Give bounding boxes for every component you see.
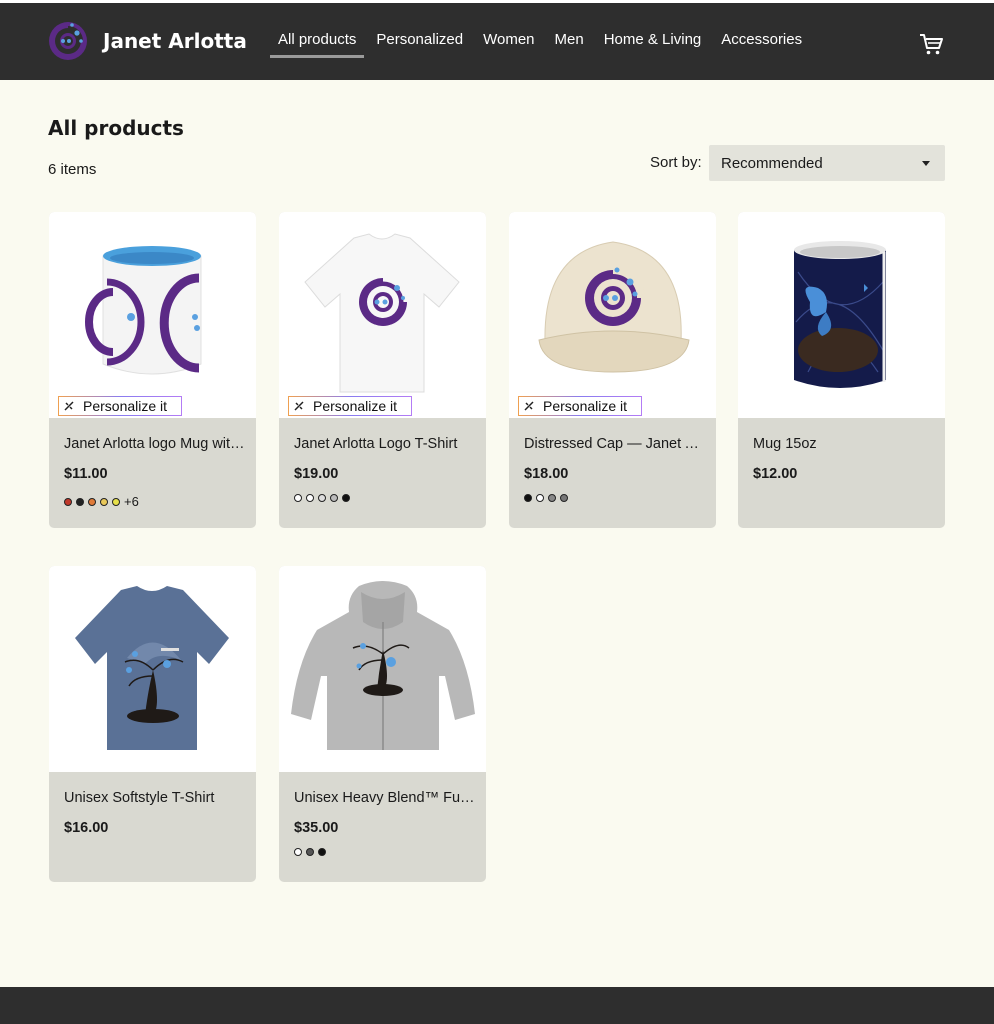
- caret-down-icon: [922, 161, 930, 166]
- color-swatch[interactable]: [76, 497, 84, 506]
- product-image[interactable]: [49, 212, 256, 418]
- color-swatch[interactable]: [112, 497, 120, 506]
- product-price: $12.00: [753, 466, 798, 482]
- personalize-icon: [524, 401, 534, 411]
- nav-item-all-products[interactable]: All products: [270, 25, 365, 58]
- color-swatch[interactable]: [548, 494, 556, 502]
- personalize-label: Personalize it: [83, 398, 168, 414]
- product-price: $18.00: [524, 466, 569, 482]
- color-swatch[interactable]: [318, 848, 326, 856]
- color-swatches: [294, 848, 330, 856]
- personalize-label: Personalize it: [543, 398, 628, 414]
- personalize-icon: [64, 401, 74, 411]
- product-card[interactable]: Personalize it Distressed Cap — Janet Ar…: [509, 212, 716, 528]
- color-swatches: [524, 494, 572, 502]
- nav-item-personalized[interactable]: Personalized: [368, 25, 471, 58]
- product-image[interactable]: [509, 212, 716, 418]
- footer: [0, 987, 994, 1024]
- personalize-label: Personalize it: [313, 398, 398, 414]
- color-swatch[interactable]: [100, 497, 108, 506]
- product-card[interactable]: Personalize it Janet Arlotta Logo T-Shir…: [279, 212, 486, 528]
- product-card[interactable]: Mug 15oz $12.00: [738, 212, 945, 528]
- janet-arlotta-logo-icon: [49, 22, 87, 60]
- product-card[interactable]: Personalize it Janet Arlotta logo Mug wi…: [49, 212, 256, 528]
- product-title[interactable]: Distressed Cap — Janet Arlotta: [524, 436, 706, 452]
- main-nav: All products Personalized Women Men Home…: [270, 25, 814, 58]
- color-swatch[interactable]: [524, 494, 532, 502]
- personalize-badge[interactable]: Personalize it: [288, 396, 413, 416]
- color-swatch[interactable]: [294, 494, 302, 502]
- nav-item-women[interactable]: Women: [475, 25, 542, 58]
- top-navbar: Janet Arlotta All products Personalized …: [0, 0, 994, 80]
- color-swatch[interactable]: [342, 494, 350, 502]
- color-swatch[interactable]: [306, 494, 314, 502]
- brand[interactable]: Janet Arlotta: [48, 20, 247, 62]
- color-swatch[interactable]: [294, 848, 302, 856]
- nav-item-men[interactable]: Men: [547, 25, 592, 58]
- item-count: 6 items: [48, 161, 97, 178]
- product-image[interactable]: [279, 566, 486, 772]
- color-swatches: [294, 494, 354, 502]
- color-swatch[interactable]: [318, 494, 326, 502]
- sort-select[interactable]: Recommended: [709, 145, 945, 181]
- product-price: $19.00: [294, 466, 339, 482]
- brand-name: Janet Arlotta: [103, 29, 247, 53]
- product-title[interactable]: Mug 15oz: [753, 436, 935, 452]
- product-image[interactable]: [279, 212, 486, 418]
- color-swatch[interactable]: [560, 494, 568, 502]
- page-title: All products: [48, 116, 184, 140]
- product-title[interactable]: Unisex Softstyle T-Shirt: [64, 790, 246, 806]
- color-swatch[interactable]: [536, 494, 544, 502]
- product-image[interactable]: [49, 566, 256, 772]
- product-card[interactable]: Unisex Softstyle T-Shirt $16.00: [49, 566, 256, 882]
- product-title[interactable]: Janet Arlotta Logo T-Shirt: [294, 436, 476, 452]
- sort-selected-value: Recommended: [721, 154, 823, 172]
- product-title[interactable]: Janet Arlotta logo Mug with Color Inside: [64, 436, 246, 452]
- color-swatches: +6: [64, 494, 139, 509]
- personalize-badge[interactable]: Personalize it: [58, 396, 183, 416]
- product-title[interactable]: Unisex Heavy Blend™ Full Zip Hooded Swea…: [294, 790, 476, 806]
- color-swatch[interactable]: [330, 494, 338, 502]
- product-card[interactable]: Unisex Heavy Blend™ Full Zip Hooded Swea…: [279, 566, 486, 882]
- product-price: $11.00: [64, 466, 108, 482]
- personalize-badge[interactable]: Personalize it: [518, 396, 643, 416]
- product-price: $35.00: [294, 820, 339, 836]
- personalize-icon: [294, 401, 304, 411]
- product-price: $16.00: [64, 820, 109, 836]
- color-swatch[interactable]: [64, 497, 72, 506]
- more-colors[interactable]: +6: [124, 494, 139, 509]
- product-image[interactable]: [738, 212, 945, 418]
- color-swatch[interactable]: [88, 497, 96, 506]
- shopping-cart-icon[interactable]: [918, 31, 944, 57]
- color-swatch[interactable]: [306, 848, 314, 856]
- nav-item-home-living[interactable]: Home & Living: [596, 25, 710, 58]
- sort-label: Sort by:: [650, 154, 702, 171]
- nav-item-accessories[interactable]: Accessories: [713, 25, 810, 58]
